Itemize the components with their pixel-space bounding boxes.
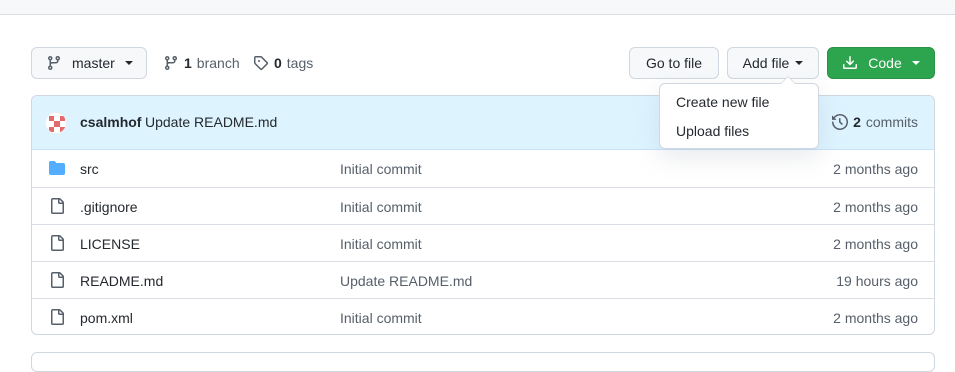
file-commit-link[interactable]: Initial commit [340, 161, 422, 177]
branch-selector-button[interactable]: master [31, 47, 147, 79]
file-name-link[interactable]: LICENSE [80, 236, 140, 252]
branch-count-label: branch [196, 55, 240, 71]
file-icon [49, 235, 65, 254]
code-button[interactable]: Code [827, 47, 935, 79]
folder-icon [49, 160, 65, 179]
upload-files-menu-item[interactable]: Upload files [660, 117, 818, 146]
chevron-down-icon [124, 61, 133, 65]
file-age: 2 months ago [833, 199, 918, 215]
git-branch-icon [46, 55, 62, 71]
file-commit-link[interactable]: Initial commit [340, 236, 422, 252]
branch-selector-label: master [72, 55, 115, 71]
create-new-file-menu-item[interactable]: Create new file [660, 88, 818, 117]
file-icon [49, 198, 65, 217]
tag-count-label: tags [286, 55, 314, 71]
commit-message-link[interactable]: Update README.md [145, 114, 277, 130]
file-age: 2 months ago [833, 161, 918, 177]
file-commit-link[interactable]: Initial commit [340, 199, 422, 215]
file-name-link[interactable]: pom.xml [80, 310, 133, 326]
file-name-link[interactable]: src [80, 161, 99, 177]
file-icon [49, 309, 65, 328]
go-to-file-button[interactable]: Go to file [629, 47, 719, 79]
avatar[interactable] [45, 112, 67, 134]
file-commit-link[interactable]: Update README.md [340, 273, 472, 289]
commit-count: 2 [853, 114, 861, 130]
add-file-dropdown-menu: Create new file Upload files [659, 76, 819, 149]
table-row[interactable]: src Initial commit 2 months ago [32, 150, 934, 187]
file-age: 2 months ago [833, 236, 918, 252]
file-age: 2 months ago [833, 310, 918, 326]
commits-history-link[interactable]: 2 commits [832, 114, 918, 130]
table-row[interactable]: pom.xml Initial commit 2 months ago [32, 298, 934, 334]
branches-link[interactable]: 1 branch [163, 47, 240, 79]
table-row[interactable]: .gitignore Initial commit 2 months ago [32, 187, 934, 224]
download-icon [842, 55, 858, 71]
table-row[interactable]: README.md Update README.md 19 hours ago [32, 261, 934, 298]
chevron-down-icon [795, 61, 804, 65]
commit-author-link[interactable]: csalmhof [80, 114, 141, 130]
commit-count-label: commits [865, 114, 918, 130]
file-commit-link[interactable]: Initial commit [340, 310, 422, 326]
table-row[interactable]: LICENSE Initial commit 2 months ago [32, 224, 934, 261]
go-to-file-label: Go to file [645, 55, 703, 71]
code-label: Code [868, 55, 902, 71]
add-file-button[interactable]: Add file [727, 47, 819, 79]
file-age: 19 hours ago [836, 273, 918, 289]
file-name-link[interactable]: .gitignore [80, 199, 138, 215]
tag-icon [253, 55, 269, 71]
readme-box [31, 352, 935, 372]
tag-count: 0 [274, 55, 282, 71]
file-icon [49, 272, 65, 291]
history-icon [832, 114, 849, 130]
top-header-strip [0, 0, 955, 15]
add-file-label: Add file [742, 55, 790, 71]
file-name-link[interactable]: README.md [80, 273, 163, 289]
branch-count: 1 [184, 55, 192, 71]
tags-link[interactable]: 0 tags [253, 47, 313, 79]
git-branch-icon [163, 55, 179, 71]
chevron-down-icon [911, 61, 920, 65]
